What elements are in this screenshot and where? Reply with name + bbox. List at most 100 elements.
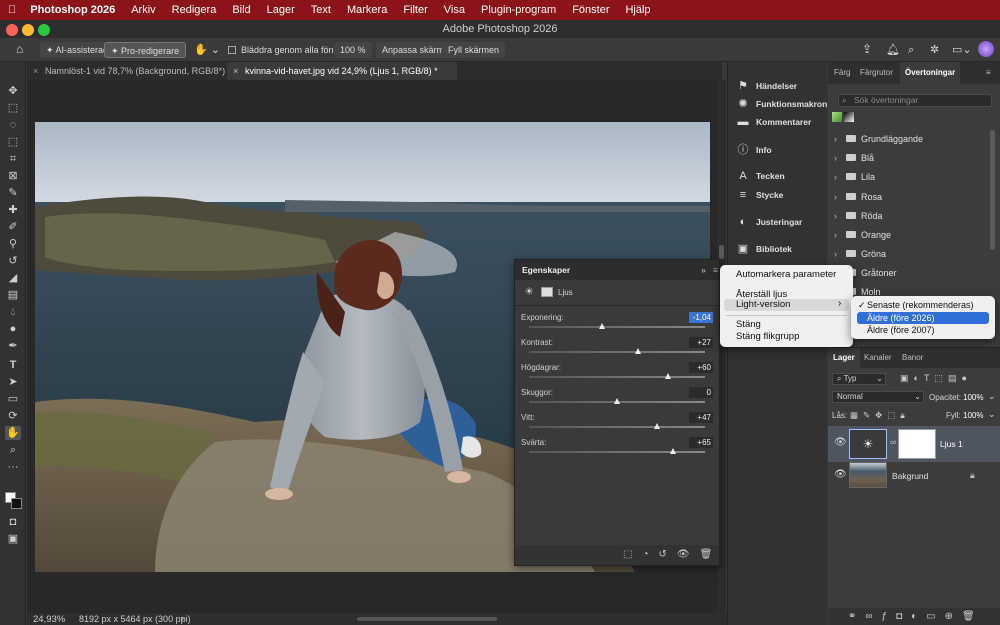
menu-item-close[interactable]: Stäng <box>736 319 761 330</box>
dock-libraries[interactable]: ▣ Bibliotek <box>736 242 792 256</box>
clone-stamp-tool-icon[interactable]: ⚲ <box>5 237 21 251</box>
ai-assist-button[interactable]: ✦ AI-assisterad <box>40 42 115 58</box>
gradient-group[interactable]: › Röda <box>834 208 883 224</box>
dock-character[interactable]: A Tecken <box>736 169 784 183</box>
visibility-eye-icon[interactable]: 👁︎ <box>834 469 847 480</box>
slider-value-input[interactable]: 0 <box>689 387 713 398</box>
dock-comments[interactable]: ▬ Kommentarer <box>736 115 812 129</box>
lasso-tool-icon[interactable]: ◌ <box>5 118 21 132</box>
frame-tool-icon[interactable]: ⊠ <box>5 169 21 183</box>
eyedropper-tool-icon[interactable]: ✎ <box>5 186 21 200</box>
shape-tool-icon[interactable]: ▭ <box>5 392 21 406</box>
menu-app-name[interactable]: Photoshop 2026 <box>24 4 123 16</box>
slider-value-input[interactable]: +60 <box>689 362 713 373</box>
hand-tool-icon[interactable]: ✋ ⌄ <box>188 42 226 58</box>
minimize-window-button[interactable] <box>22 24 34 36</box>
gradient-preset-green[interactable] <box>832 112 842 122</box>
discover-icon[interactable]: ✲ <box>924 42 945 58</box>
menu-bild[interactable]: Bild <box>224 4 258 16</box>
visibility-eye-icon[interactable]: 👁︎ <box>834 437 847 448</box>
tab-channels[interactable]: Kanaler <box>864 348 892 368</box>
move-tool-icon[interactable]: ✥ <box>5 84 21 98</box>
collapse-panel-icon[interactable]: » <box>701 260 706 280</box>
home-icon[interactable]: ⌂ <box>10 41 29 57</box>
layer-filter-select[interactable]: ⌕ Typ ⌄ <box>832 373 886 385</box>
dodge-tool-icon[interactable]: ● <box>5 322 21 336</box>
menu-filter[interactable]: Filter <box>395 4 435 16</box>
layer-filter-icons[interactable]: ▣◐T⬚▤● <box>900 373 972 384</box>
menu-item-auto-select[interactable]: Automarkera parameter <box>736 269 836 280</box>
layer-row[interactable]: 👁︎ Bakgrund 🔒︎ <box>828 458 1000 494</box>
path-select-tool-icon[interactable]: ➤ <box>5 375 21 389</box>
fill-value[interactable]: 100% <box>963 411 983 420</box>
submenu-item-legacy-2026[interactable]: Äldre (före 2026) <box>857 312 989 324</box>
zoom-100-button[interactable]: 100 % <box>334 42 372 58</box>
menu-hjalp[interactable]: Hjälp <box>617 4 658 16</box>
tab-document-1[interactable]: × Namnlöst-1 vid 78,7% (Background, RGB/… <box>27 62 231 80</box>
apple-icon[interactable]:  <box>0 4 24 16</box>
tab-color[interactable]: Färg <box>834 62 850 84</box>
zoom-tool-icon[interactable]: ⌕ <box>5 443 21 457</box>
slider-handle[interactable] <box>653 423 660 429</box>
object-select-tool-icon[interactable]: ⬚ <box>5 135 21 149</box>
status-arrow-icon[interactable]: › <box>181 613 184 623</box>
close-window-button[interactable] <box>6 24 18 36</box>
gradients-scrollbar[interactable] <box>990 130 995 250</box>
share-icon[interactable]: ⇪ <box>856 41 878 57</box>
menu-markera[interactable]: Markera <box>339 4 395 16</box>
menu-item-close-group[interactable]: Stäng flikgrupp <box>736 331 799 342</box>
pen-tool-icon[interactable]: ✒ <box>5 339 21 353</box>
slider-track[interactable] <box>529 376 705 378</box>
gradient-tool-icon[interactable]: ▤ <box>5 288 21 302</box>
workspace-icon[interactable]: ▭⌄ <box>946 42 978 58</box>
tab-paths[interactable]: Banor <box>902 348 923 368</box>
menu-redigera[interactable]: Redigera <box>164 4 225 16</box>
slider-track[interactable] <box>529 351 705 353</box>
opacity-chevron-icon[interactable]: ⌄ <box>988 391 996 402</box>
healing-brush-tool-icon[interactable]: ✚ <box>5 203 21 217</box>
screen-mode-icon[interactable]: ▣ <box>5 532 21 546</box>
dock-paragraph[interactable]: ≡ Stycke <box>736 188 784 202</box>
link-icon[interactable]: ∞ <box>890 437 896 447</box>
slider-value-input[interactable]: +65 <box>689 437 713 448</box>
slider-track[interactable] <box>529 326 705 328</box>
mask-icon[interactable] <box>541 287 553 297</box>
fit-screen-button[interactable]: Anpassa skärm <box>376 42 451 58</box>
type-tool-icon[interactable]: T <box>5 358 21 372</box>
panel-menu-icon[interactable]: ≡ <box>713 260 718 280</box>
quick-mask-icon[interactable]: ◘ <box>5 515 21 529</box>
gradient-preset-bw[interactable] <box>844 112 854 122</box>
tab-swatches[interactable]: Färgrutor <box>860 62 893 84</box>
gradient-group[interactable]: › Grundläggande <box>834 131 923 147</box>
status-zoom[interactable]: 24,93% <box>33 614 65 625</box>
dock-history[interactable]: ⚑ Händelser <box>736 79 797 93</box>
slider-value-input[interactable]: +47 <box>689 412 713 423</box>
tab-gradients[interactable]: Övertoningar <box>900 62 961 84</box>
menu-text[interactable]: Text <box>303 4 339 16</box>
slider-track[interactable] <box>529 451 705 453</box>
lock-icons[interactable]: ▦✎✥⬚🔒︎ <box>850 410 910 421</box>
layer-mask-thumbnail[interactable] <box>898 429 936 459</box>
gradient-group[interactable]: › Lila <box>834 169 875 185</box>
submenu-item-latest[interactable]: ✓ Senaste (rekommenderas) <box>857 299 989 311</box>
gradient-group[interactable]: › Rosa <box>834 189 882 205</box>
tab-layers[interactable]: Lager <box>828 348 860 368</box>
fill-screen-button[interactable]: Fyll skärmen <box>442 42 506 58</box>
history-brush-tool-icon[interactable]: ↺ <box>5 254 21 268</box>
slider-value-input[interactable]: +27 <box>689 337 713 348</box>
slider-track[interactable] <box>529 426 705 428</box>
rotate-view-tool-icon[interactable]: ⟳ <box>5 409 21 423</box>
close-tab-icon[interactable]: × <box>233 62 238 80</box>
submenu-item-legacy-2007[interactable]: Äldre (före 2007) <box>857 324 989 336</box>
dock-actions[interactable]: ✺ Funktionsmakron <box>736 97 827 111</box>
menu-arkiv[interactable]: Arkiv <box>123 4 163 16</box>
properties-footer-icons[interactable]: ⬚◔↺👁︎🗑︎ <box>515 545 719 565</box>
tab-document-2[interactable]: × kvinna-vid-havet.jpg vid 24,9% (Ljus 1… <box>227 62 457 80</box>
gradient-group[interactable]: › Gröna <box>834 246 886 262</box>
blend-mode-select[interactable]: Normal ⌄ <box>832 391 924 403</box>
menu-item-light-version[interactable]: Light-version › <box>724 298 849 311</box>
crop-tool-icon[interactable]: ⌗ <box>5 152 21 166</box>
fill-chevron-icon[interactable]: ⌄ <box>988 409 996 420</box>
gradients-search-input[interactable]: ⌕ Sök övertoningar <box>838 94 992 107</box>
dock-adjustments[interactable]: ◐ Justeringar <box>736 215 803 229</box>
